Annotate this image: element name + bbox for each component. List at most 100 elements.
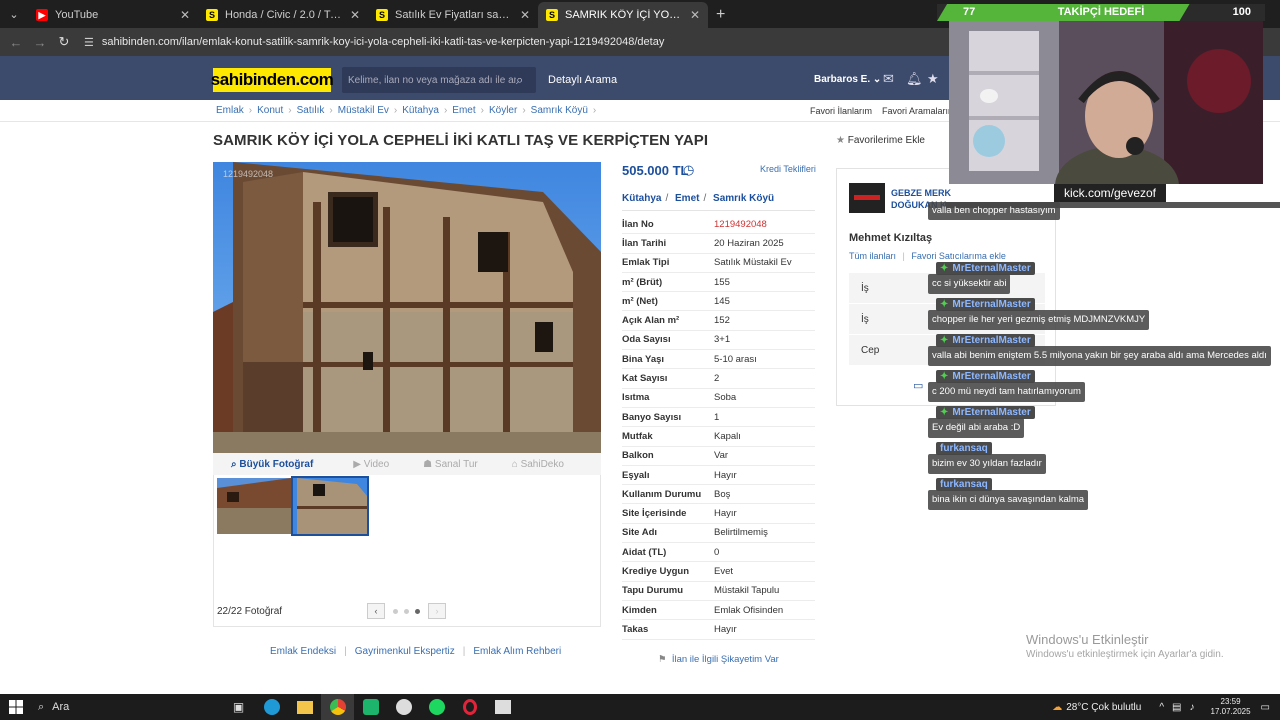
reload-icon[interactable]: ↻ (52, 34, 76, 50)
message-icon[interactable]: ▭ (913, 379, 923, 392)
edge-icon[interactable] (255, 694, 288, 720)
store-icon[interactable] (486, 694, 519, 720)
spec-label: Emlak Tipi (622, 257, 670, 269)
spec-row: Açık Alan m² 152 (622, 311, 815, 331)
breadcrumb-item[interactable]: Kütahya (402, 105, 439, 116)
new-tab-button[interactable]: + (708, 2, 733, 28)
site-logo[interactable]: sahibinden.com (211, 68, 334, 92)
chevron-up-icon[interactable]: ^ (1159, 702, 1164, 713)
task-view-icon[interactable]: ▣ (222, 694, 255, 720)
report-listing-link[interactable]: ⚑ İlan ile İlgili Şikayetim Var (658, 654, 779, 665)
back-arrow-icon[interactable]: ← (4, 35, 28, 50)
user-menu[interactable]: Barbaros E. ⌄ (814, 74, 881, 85)
mail-icon[interactable]: ✉ (883, 71, 894, 87)
weather-text[interactable]: 28°C Çok bulutlu (1066, 702, 1141, 713)
tab-sahideko[interactable]: ⌂ SahiDeko (512, 459, 564, 470)
github-icon[interactable] (387, 694, 420, 720)
close-icon[interactable]: ✕ (520, 8, 530, 22)
pager-dot[interactable] (404, 608, 409, 614)
location-link[interactable]: Emet (675, 193, 699, 204)
start-button[interactable] (0, 694, 32, 720)
footer-links: Emlak Endeksi | Gayrimenkul Ekspertiz | Em… (270, 646, 562, 657)
breadcrumb-item[interactable]: Müstakil Ev (338, 105, 389, 116)
next-page-button[interactable]: › (428, 603, 446, 619)
search-icon[interactable]: ⌕ (516, 72, 523, 88)
close-icon[interactable]: ✕ (180, 8, 190, 22)
spec-value: 1 (714, 411, 720, 423)
notification-icon[interactable]: ▭ (1261, 702, 1270, 713)
url-field[interactable]: ☰ sahibinden.com/ilan/emlak-konut-satili… (84, 36, 664, 49)
taskbar-search[interactable]: ⌕ Ara (32, 694, 172, 720)
credit-offers-link[interactable]: Kredi Teklifleri (760, 164, 816, 174)
footer-link[interactable]: Emlak Alım Rehberi (473, 646, 561, 657)
spec-label: Isıtma (622, 392, 650, 404)
taskbar-clock[interactable]: 23:59 17.07.2025 (1211, 697, 1251, 717)
spec-label: m² (Net) (622, 295, 658, 307)
chat-message: Ev değil abi araba :D (928, 418, 1025, 438)
close-icon[interactable]: ✕ (690, 8, 700, 22)
app-icon[interactable] (354, 694, 387, 720)
pager-dot-active[interactable] (415, 608, 420, 614)
spec-row: Kimden Emlak Ofisinden (622, 601, 815, 621)
spec-label: Site İçerisinde (622, 508, 687, 520)
footer-link[interactable]: Gayrimenkul Ekspertiz (355, 646, 455, 657)
tab-virtual-tour[interactable]: ☗ Sanal Tur (423, 459, 478, 470)
breadcrumb-item[interactable]: Emlak (216, 105, 244, 116)
add-favorite-label: Favorilerime Ekle (847, 135, 925, 146)
play-icon: ▶ (353, 458, 361, 470)
thumbnail-selected[interactable] (291, 476, 369, 536)
add-favorite-button[interactable]: ★ Favorilerime Ekle (836, 135, 925, 146)
location-link[interactable]: Samrık Köyü (713, 193, 774, 204)
tab-video[interactable]: ▶ Video (353, 459, 389, 470)
file-explorer-icon[interactable] (288, 694, 321, 720)
listing-price: 505.000 TL (622, 163, 689, 178)
site-info-icon[interactable]: ☰ (84, 36, 94, 49)
browser-tab-youtube[interactable]: ▶ YouTube ✕ (28, 2, 198, 28)
spec-label: Açık Alan m² (622, 315, 680, 327)
favorite-seller-link[interactable]: Favori Satıcılarıma ekle (911, 251, 1006, 261)
spotify-icon[interactable] (420, 694, 453, 720)
forward-arrow-icon[interactable]: → (28, 35, 52, 50)
star-icon[interactable]: ★ (927, 71, 939, 87)
bell-icon[interactable]: 🔔︎ (906, 71, 923, 87)
search-input[interactable] (348, 74, 516, 86)
tab-search-button[interactable]: ⌄ (0, 0, 28, 28)
prev-page-button[interactable]: ‹ (367, 603, 385, 619)
favorite-searches-link[interactable]: Favori Aramalarım (882, 106, 956, 116)
thumbnail-image (293, 478, 367, 534)
network-icon[interactable]: ▤ (1172, 702, 1181, 713)
spec-row: Emlak Tipi Satılık Müstakil Ev (622, 254, 815, 273)
browser-tab-honda[interactable]: S Honda / Civic / 2.0 / Type-R / E ✕ (198, 2, 368, 28)
spec-row: Tapu Durumu Müstakil Tapulu (622, 582, 815, 601)
spec-value: Hayır (714, 623, 737, 635)
main-photo[interactable]: 1219492048 (213, 162, 601, 453)
breadcrumb-item[interactable]: Satılık (297, 105, 325, 116)
volume-icon[interactable]: ♪ (1190, 702, 1195, 713)
spec-row: Balkon Var (622, 447, 815, 466)
close-icon[interactable]: ✕ (350, 8, 360, 22)
detailed-search-link[interactable]: Detaylı Arama (548, 74, 617, 86)
browser-tab-active[interactable]: S SAMRIK KÖY İÇİ YOLA CEPHELİ ✕ (538, 2, 708, 28)
youtube-icon: ▶ (36, 9, 48, 21)
agent-links: Tüm ilanları | Favori Satıcılarıma ekle (849, 251, 1006, 261)
chrome-icon[interactable] (321, 694, 354, 720)
spec-value: Hayır (714, 508, 737, 520)
spec-row: m² (Net) 145 (622, 292, 815, 312)
opera-icon[interactable] (453, 694, 486, 720)
thumbnail[interactable] (217, 478, 291, 534)
all-listings-link[interactable]: Tüm ilanları (849, 251, 896, 261)
weather-icon[interactable]: ☁ (1052, 702, 1062, 713)
footer-link[interactable]: Emlak Endeksi (270, 646, 336, 657)
price-history-icon[interactable]: ◷ (683, 162, 694, 178)
breadcrumb-item[interactable]: Konut (257, 105, 283, 116)
breadcrumb-item[interactable]: Köyler (489, 105, 517, 116)
spec-value: 152 (714, 315, 730, 327)
location-link[interactable]: Kütahya (622, 193, 661, 204)
browser-tab-satilik[interactable]: S Satılık Ev Fiyatları sahibinden.co ✕ (368, 2, 538, 28)
pager-dot[interactable] (393, 608, 398, 614)
tab-big-photo[interactable]: ⌕ Büyük Fotoğraf (231, 459, 313, 470)
breadcrumb-item[interactable]: Samrık Köyü (531, 105, 588, 116)
breadcrumb-item[interactable]: Emet (452, 105, 475, 116)
seller-logo[interactable] (849, 183, 885, 213)
favorite-listings-link[interactable]: Favori İlanlarım (810, 106, 872, 116)
